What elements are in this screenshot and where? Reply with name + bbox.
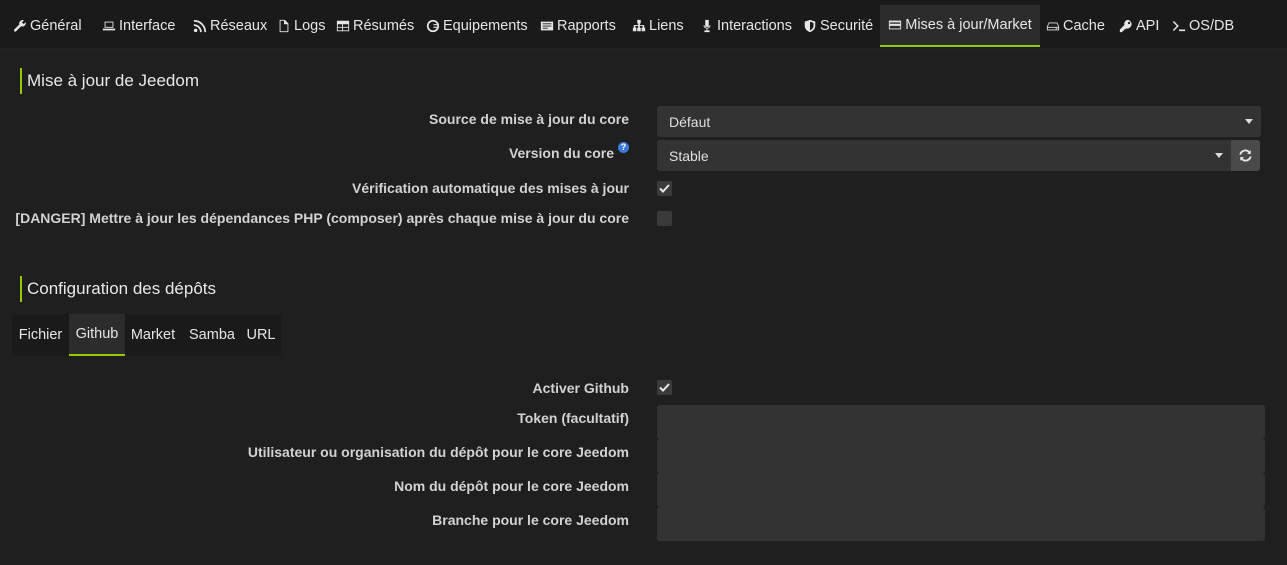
tab-resumes[interactable]: Résumés — [336, 5, 414, 47]
tab-label: Equipements — [443, 18, 528, 34]
microphone-icon — [703, 19, 711, 33]
tab-label: Logs — [294, 18, 326, 34]
repo-branch-input[interactable] — [657, 507, 1265, 541]
tab-url[interactable]: URL — [242, 314, 280, 356]
cube-icon — [426, 19, 440, 33]
tab-label: Réseaux — [210, 18, 268, 34]
auto-check-label: Vérification automatique des mises à jou… — [352, 180, 629, 196]
file-icon — [279, 19, 289, 33]
report-icon — [540, 21, 554, 31]
credit-card-icon — [889, 20, 902, 30]
repo-name-label: Nom du dépôt pour le core Jeedom — [394, 478, 629, 494]
version-select[interactable]: Stable — [657, 140, 1231, 171]
tab-securite[interactable]: Securité — [803, 5, 873, 47]
enable-github-label: Activer Github — [532, 380, 629, 396]
chevron-down-icon — [1245, 119, 1253, 124]
repo-branch-label: Branche pour le core Jeedom — [432, 512, 629, 528]
tab-label: Général — [30, 18, 82, 34]
sitemap-icon — [632, 19, 646, 32]
section-title-update: Mise à jour de Jeedom — [20, 68, 199, 94]
version-value: Stable — [669, 147, 709, 164]
source-value: Défaut — [669, 113, 711, 130]
tab-github[interactable]: Github — [69, 314, 125, 356]
tab-label: Mises à jour/Market — [905, 17, 1032, 33]
tab-logs[interactable]: Logs — [277, 5, 325, 47]
tab-rapports[interactable]: Rapports — [540, 5, 616, 47]
version-label: Version du core? — [508, 142, 629, 161]
tab-label: Rapports — [557, 18, 616, 34]
token-input[interactable] — [657, 405, 1265, 439]
tab-cache[interactable]: Cache — [1046, 5, 1105, 47]
refresh-button[interactable] — [1231, 140, 1260, 171]
shield-icon — [804, 19, 816, 33]
check-icon — [659, 184, 670, 193]
key-icon — [1119, 19, 1132, 33]
repo-tabs: Fichier Github Market Samba URL — [12, 314, 281, 356]
table-icon — [336, 20, 350, 32]
refresh-icon — [1239, 149, 1252, 162]
tab-label: Résumés — [353, 18, 415, 34]
version-label-text: Version du core — [508, 145, 614, 161]
hdd-icon — [1046, 22, 1060, 31]
tab-liens[interactable]: Liens — [632, 5, 684, 47]
source-select[interactable]: Défaut — [657, 106, 1261, 137]
laptop-icon — [102, 21, 116, 31]
tab-interactions[interactable]: Interactions — [700, 5, 792, 47]
repo-user-label: Utilisateur ou organisation du dépôt pou… — [247, 444, 629, 460]
wrench-icon — [13, 20, 26, 32]
tab-api[interactable]: API — [1119, 5, 1159, 47]
tab-mises-a-jour-market[interactable]: Mises à jour/Market — [880, 5, 1040, 47]
tab-label: API — [1136, 18, 1160, 34]
tab-label: OS/DB — [1189, 18, 1235, 34]
tab-label: Interactions — [717, 18, 792, 34]
tab-reseaux[interactable]: Réseaux — [193, 5, 267, 47]
tab-general[interactable]: Général — [13, 5, 82, 47]
config-tabs-bar: Général Interface Réseaux Logs Résumés E… — [0, 0, 1287, 49]
danger-composer-checkbox[interactable] — [657, 211, 672, 226]
tab-label: Securité — [820, 18, 874, 34]
section-title-repos: Configuration des dépôts — [20, 276, 216, 302]
tab-label: Interface — [119, 18, 176, 34]
repo-name-input[interactable] — [657, 473, 1265, 507]
source-label: Source de mise à jour du core — [429, 111, 629, 127]
tab-interface[interactable]: Interface — [102, 5, 175, 47]
tab-label: Cache — [1063, 18, 1105, 34]
danger-composer-label: [DANGER] Mettre à jour les dépendances P… — [15, 210, 629, 226]
terminal-icon — [1172, 21, 1186, 32]
tab-samba[interactable]: Samba — [184, 314, 240, 356]
repo-user-input[interactable] — [657, 439, 1265, 473]
tab-os-db[interactable]: OS/DB — [1172, 5, 1234, 47]
enable-github-checkbox[interactable] — [657, 380, 672, 395]
chevron-down-icon — [1215, 153, 1223, 158]
tab-label: Liens — [649, 18, 684, 34]
question-circle-icon[interactable]: ? — [618, 142, 629, 153]
tab-fichier[interactable]: Fichier — [12, 314, 69, 356]
rss-icon — [193, 19, 207, 33]
token-label: Token (facultatif) — [517, 410, 629, 426]
check-icon — [659, 383, 670, 392]
tab-market[interactable]: Market — [125, 314, 181, 356]
tab-equipements[interactable]: Equipements — [426, 5, 528, 47]
auto-check-checkbox[interactable] — [657, 181, 672, 196]
